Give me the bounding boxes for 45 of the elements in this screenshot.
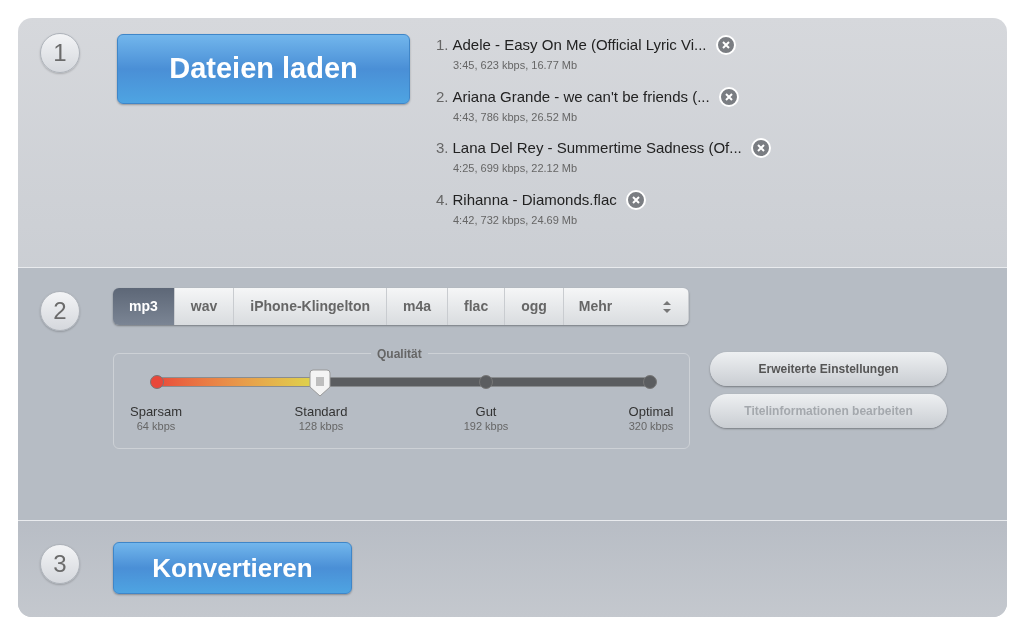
step-number: 1 bbox=[40, 33, 80, 73]
stop-rate: 192 kbps bbox=[463, 419, 509, 433]
remove-button[interactable] bbox=[718, 86, 739, 107]
load-files-button[interactable]: Dateien laden bbox=[117, 34, 410, 104]
step-number: 3 bbox=[40, 544, 80, 584]
action-button: Titelinformationen bearbeiten bbox=[710, 394, 947, 428]
convert-button[interactable]: Konvertieren bbox=[113, 542, 352, 594]
close-icon bbox=[756, 144, 765, 152]
file-info: 4:42, 732 kbps, 24.69 Mb bbox=[452, 212, 579, 228]
stop-rate: 128 kbps bbox=[298, 419, 344, 433]
remove-button[interactable] bbox=[750, 138, 771, 158]
stop-label: Gut bbox=[475, 404, 497, 419]
file-index: 4. bbox=[436, 189, 449, 210]
slider-stop bbox=[150, 375, 164, 389]
stop-rate: 320 kbps bbox=[628, 419, 674, 433]
remove-button[interactable] bbox=[625, 189, 646, 210]
slider-thumb[interactable] bbox=[308, 369, 331, 397]
file-index: 2. bbox=[436, 86, 449, 107]
file-info: 4:25, 699 kbps, 22.12 Mb bbox=[452, 161, 579, 176]
close-icon bbox=[721, 41, 730, 49]
remove-button[interactable] bbox=[715, 35, 736, 55]
close-icon bbox=[631, 195, 640, 204]
close-icon bbox=[724, 92, 733, 101]
step-number: 2 bbox=[40, 291, 80, 331]
sort-arrows-icon bbox=[662, 299, 673, 314]
file-name: Rihanna - Diamonds.flac bbox=[452, 189, 617, 210]
file-info: 3:45, 623 kbps, 16.77 Mb bbox=[452, 58, 579, 73]
stop-rate: 64 kbps bbox=[136, 419, 176, 433]
file-info: 4:43, 786 kbps, 26.52 Mb bbox=[452, 109, 579, 125]
file-index: 1. bbox=[436, 35, 449, 55]
format-tab[interactable]: ogg bbox=[505, 288, 564, 325]
stop-label: Sparsam bbox=[130, 404, 182, 419]
stop-label: Optimal bbox=[628, 404, 674, 419]
file-name: Adele - Easy On Me (Official Lyric Vi... bbox=[452, 35, 707, 55]
action-button[interactable]: Erweiterte Einstellungen bbox=[710, 352, 947, 386]
file-name: Lana Del Rey - Summertime Sadness (Of... bbox=[452, 138, 742, 158]
format-tab[interactable]: flac bbox=[448, 288, 506, 325]
file-name: Ariana Grande - we can't be friends (... bbox=[452, 86, 710, 107]
format-dropdown[interactable]: Mehr bbox=[563, 288, 690, 325]
format-tab[interactable]: iPhone-Klingelton bbox=[234, 288, 388, 325]
format-tab[interactable]: wav bbox=[174, 288, 235, 325]
stop-label: Standard bbox=[294, 404, 348, 419]
format-tab[interactable]: mp3 bbox=[113, 288, 175, 325]
format-tab[interactable]: m4a bbox=[387, 288, 449, 325]
file-index: 3. bbox=[436, 138, 449, 158]
